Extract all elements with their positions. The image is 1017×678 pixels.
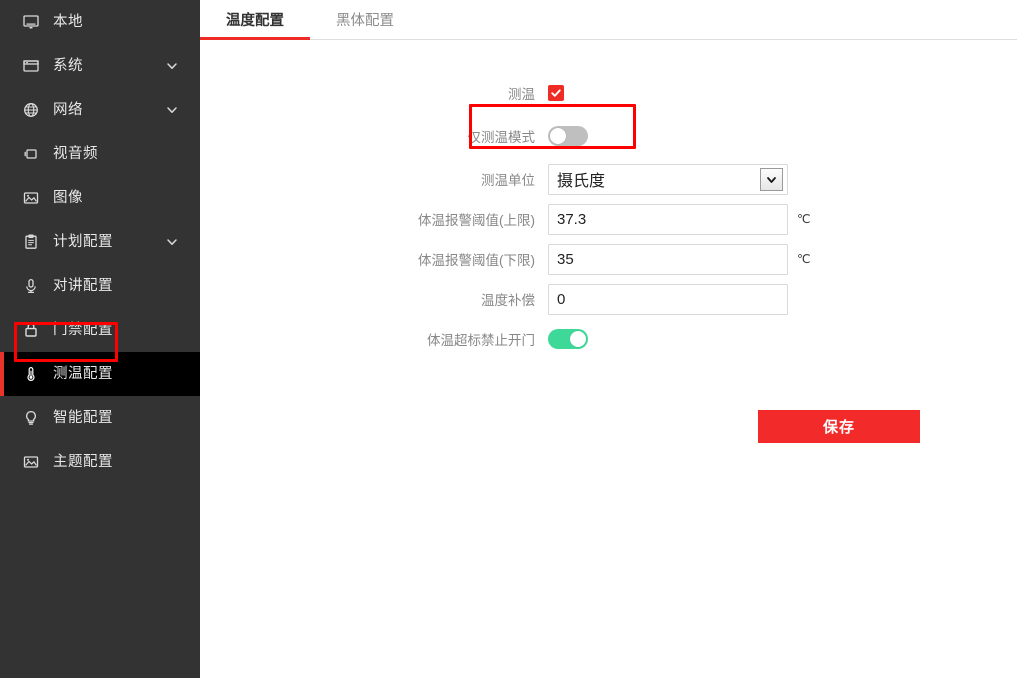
clipboard-icon (22, 233, 40, 251)
chevron-down-icon[interactable] (166, 60, 178, 72)
toggle-knob (570, 331, 586, 347)
thermometer-icon (22, 365, 40, 383)
temp-compensation-label: 温度补偿 (481, 293, 535, 308)
app-window: 本地 系统 网络 视音频 图像 计划配置 对讲配置 门禁配置 测温配置 智能配置… (0, 0, 1017, 678)
sidebar-item-schedule-config[interactable]: 计划配置 (0, 220, 200, 264)
block-door-field (548, 329, 588, 349)
sidebar-item-label: 系统 (53, 57, 83, 74)
video-audio-icon (22, 145, 40, 163)
bulb-icon (22, 409, 40, 427)
microphone-icon (22, 277, 40, 295)
temperature-config-form: 测温 仅测温模式 测温单位 摄氏度 体温报警阈值(上限) 37.3 ℃ 体温报警… (200, 40, 1017, 443)
alarm-lower-label: 体温报警阈值(下限) (418, 253, 535, 268)
form-row-alarm-lower: 体温报警阈值(下限) ℃ (200, 239, 1017, 279)
temp-compensation-field (548, 283, 788, 315)
save-row: 保存 (200, 410, 1017, 443)
measure-temp-label: 测温 (508, 87, 535, 102)
sidebar-item-label: 对讲配置 (53, 277, 113, 294)
tab-blackbody-config[interactable]: 黑体配置 (310, 0, 420, 39)
theme-image-icon (22, 453, 40, 471)
sidebar-item-label: 测温配置 (53, 365, 113, 382)
sidebar: 本地 系统 网络 视音频 图像 计划配置 对讲配置 门禁配置 测温配置 智能配置… (0, 0, 200, 678)
sidebar-item-temperature-config[interactable]: 测温配置 (0, 352, 200, 396)
chevron-down-icon[interactable] (760, 167, 783, 191)
only-temp-mode-toggle[interactable] (548, 126, 588, 146)
window-icon (22, 57, 40, 75)
temp-compensation-input[interactable] (548, 283, 788, 315)
temp-unit-select[interactable]: 摄氏度 (548, 163, 788, 195)
sidebar-item-smart-config[interactable]: 智能配置 (0, 396, 200, 440)
sidebar-item-label: 计划配置 (53, 233, 113, 250)
sidebar-item-theme-config[interactable]: 主题配置 (0, 440, 200, 484)
tab-label: 温度配置 (226, 13, 284, 29)
alarm-upper-unit: ℃ (797, 212, 811, 226)
chevron-down-icon[interactable] (166, 236, 178, 248)
temp-unit-field: 摄氏度 (548, 163, 788, 195)
tab-bar: 温度配置 黑体配置 (200, 0, 1017, 40)
alarm-lower-field: ℃ (548, 243, 811, 275)
form-row-temp-compensation: 温度补偿 (200, 279, 1017, 319)
sidebar-item-video-audio[interactable]: 视音频 (0, 132, 200, 176)
alarm-lower-unit: ℃ (797, 252, 811, 266)
globe-icon (22, 101, 40, 119)
form-row-alarm-upper: 体温报警阈值(上限) ℃ (200, 199, 1017, 239)
sidebar-item-image[interactable]: 图像 (0, 176, 200, 220)
sidebar-item-system[interactable]: 系统 (0, 44, 200, 88)
temp-unit-value: 摄氏度 (557, 173, 606, 190)
sidebar-item-label: 视音频 (53, 145, 98, 162)
sidebar-item-label: 网络 (53, 101, 83, 118)
lock-icon (22, 321, 40, 339)
block-door-toggle[interactable] (548, 329, 588, 349)
sidebar-item-intercom-config[interactable]: 对讲配置 (0, 264, 200, 308)
alarm-upper-field: ℃ (548, 203, 811, 235)
alarm-upper-label: 体温报警阈值(上限) (418, 213, 535, 228)
measure-temp-field (548, 85, 564, 101)
sidebar-item-label: 主题配置 (53, 453, 113, 470)
main-content: 温度配置 黑体配置 测温 仅测温模式 测温单位 摄氏度 体温报警阈值(上限) 3… (200, 0, 1017, 678)
temp-unit-label: 测温单位 (481, 173, 535, 188)
form-row-block-door: 体温超标禁止开门 (200, 319, 1017, 359)
form-row-measure-temp: 测温 (200, 73, 1017, 113)
sidebar-item-label: 本地 (53, 13, 83, 30)
chevron-down-icon[interactable] (166, 104, 178, 116)
form-row-temp-unit: 测温单位 摄氏度 (200, 159, 1017, 199)
alarm-lower-input[interactable] (548, 243, 788, 275)
sidebar-item-label: 门禁配置 (53, 321, 113, 338)
sidebar-item-label: 图像 (53, 189, 83, 206)
tab-label: 黑体配置 (336, 13, 394, 29)
form-row-only-temp-mode: 仅测温模式 (200, 113, 1017, 159)
sidebar-item-local[interactable]: 本地 (0, 0, 200, 44)
toggle-knob (550, 128, 566, 144)
only-temp-mode-label: 仅测温模式 (467, 130, 536, 145)
monitor-icon (22, 13, 40, 31)
sidebar-item-label: 智能配置 (53, 409, 113, 426)
alarm-upper-input[interactable] (548, 203, 788, 235)
tab-temperature-config[interactable]: 温度配置 (200, 0, 310, 40)
sidebar-item-network[interactable]: 网络 (0, 88, 200, 132)
save-button[interactable]: 保存 (758, 410, 920, 443)
image-icon (22, 189, 40, 207)
only-temp-mode-field (548, 126, 588, 146)
measure-temp-checkbox[interactable] (548, 85, 564, 101)
block-door-label: 体温超标禁止开门 (427, 333, 535, 348)
sidebar-item-access-config[interactable]: 门禁配置 (0, 308, 200, 352)
